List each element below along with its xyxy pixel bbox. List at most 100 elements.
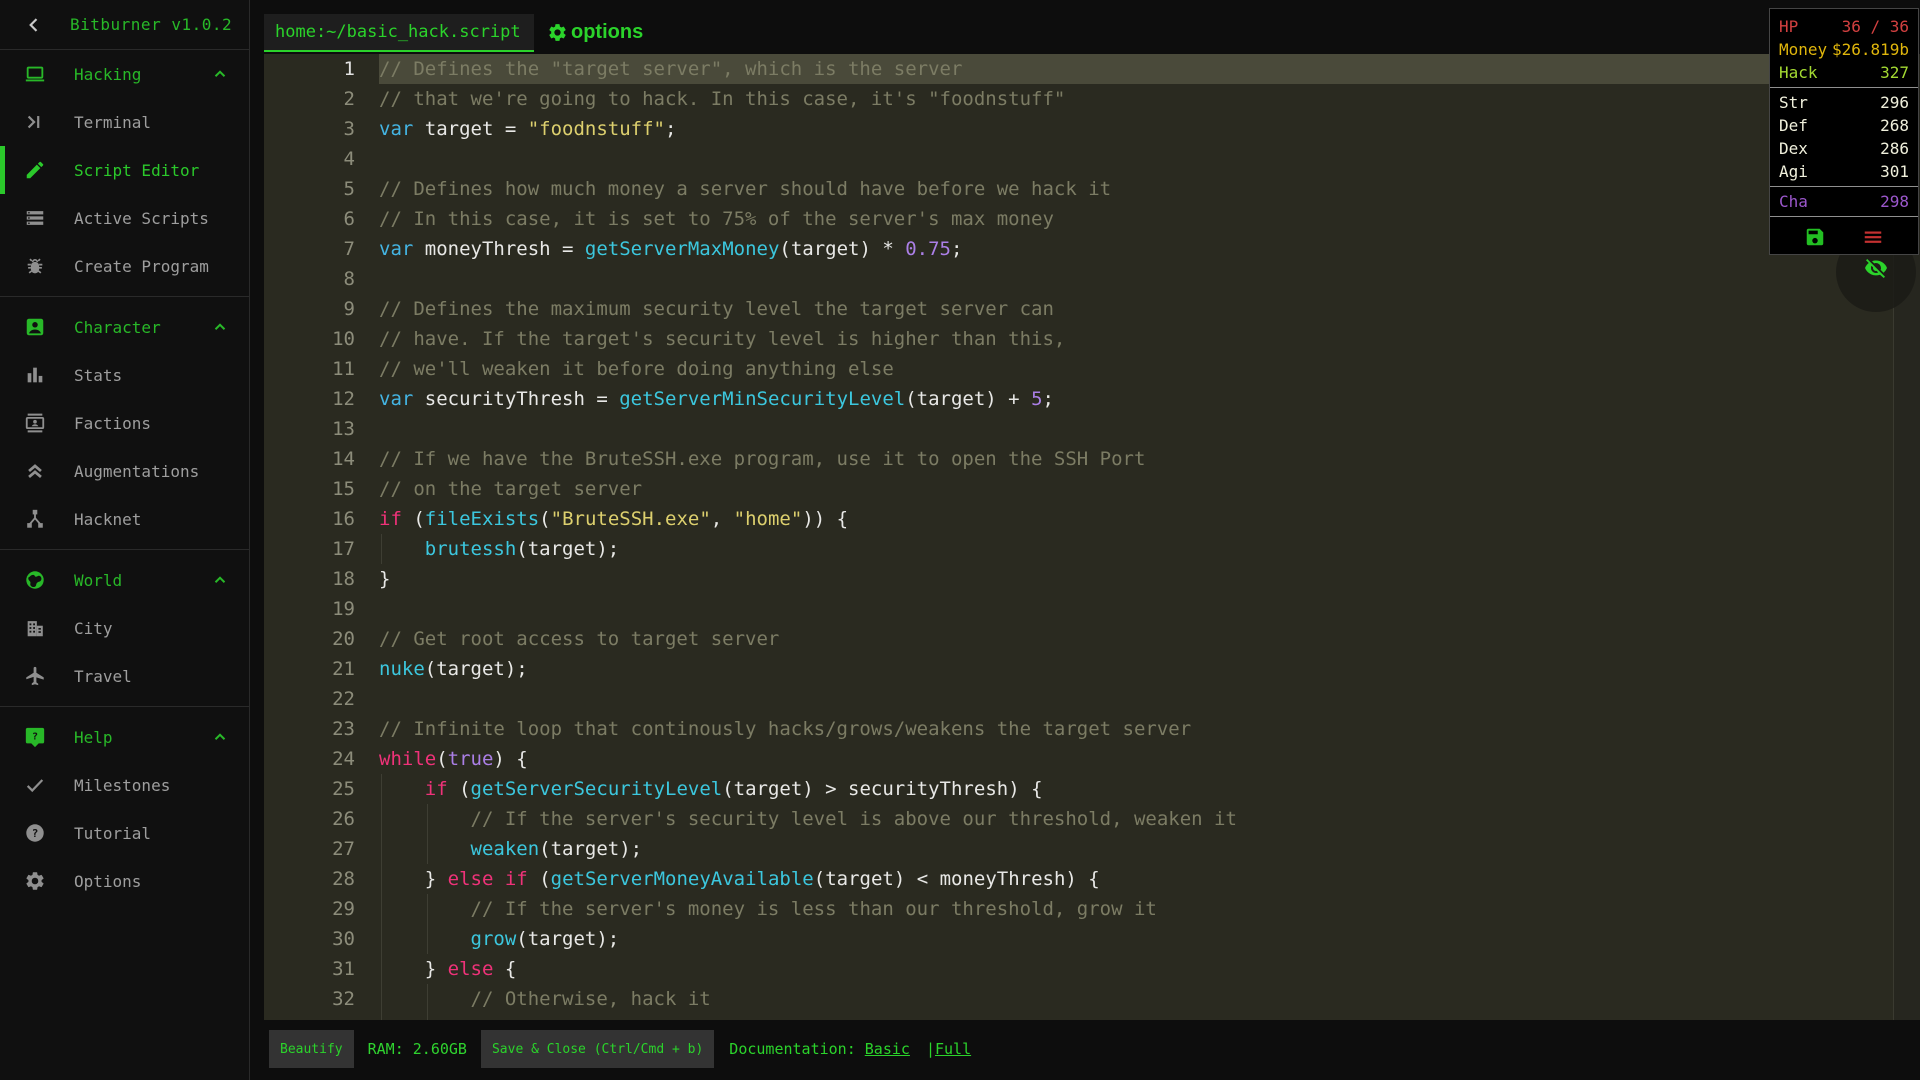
code-line-24: 24 while(true) { bbox=[264, 744, 1920, 774]
overview-panel: HP 36 / 36 Money $26.819b Hack 327 Str 296 Def 26… bbox=[1769, 8, 1919, 255]
chevron-left-icon[interactable] bbox=[24, 15, 44, 35]
sidebar-item-script-editor[interactable]: Script Editor bbox=[0, 146, 249, 194]
code-line-4: 4 bbox=[264, 144, 1920, 174]
eye-slash-icon[interactable] bbox=[1864, 256, 1888, 280]
chevron-up-icon bbox=[211, 728, 229, 746]
bar-chart-icon bbox=[24, 364, 46, 386]
indent-guide bbox=[426, 1014, 428, 1020]
line-content: // that we're going to hack. In this cas… bbox=[379, 88, 1066, 110]
indent-guide bbox=[381, 774, 382, 804]
overview-stat-dex: Dex 286 bbox=[1770, 137, 1918, 160]
code-line-25: 25 if (getServerSecurityLevel(target) > … bbox=[264, 774, 1920, 804]
line-number: 20 bbox=[332, 628, 355, 650]
stat-value: $26.819b bbox=[1831, 40, 1909, 59]
tab-basic-hack-script[interactable]: home:~/basic_hack.script bbox=[264, 14, 534, 52]
chevron-up-icon bbox=[211, 65, 229, 83]
options-label: options bbox=[571, 20, 644, 43]
code-line-18: 18} bbox=[264, 564, 1920, 594]
line-number: 5 bbox=[343, 178, 355, 200]
globe-icon bbox=[24, 569, 46, 591]
code-line-26: 26 // If the server's security level is … bbox=[264, 804, 1920, 834]
code-line-13: 13 bbox=[264, 414, 1920, 444]
sidebar-item-stats[interactable]: Stats bbox=[0, 351, 249, 399]
code-line-5: 5 // Defines how much money a server shou… bbox=[264, 174, 1920, 204]
line-content: var securityThresh = getServerMinSecurit… bbox=[379, 388, 1054, 410]
beautify-button[interactable]: Beautify bbox=[269, 1030, 354, 1068]
line-content: // Defines the "target server", which is… bbox=[379, 54, 1920, 84]
sidebar-item-city[interactable]: City bbox=[0, 604, 249, 652]
line-content bbox=[379, 684, 1920, 714]
editor-options-button[interactable]: options bbox=[547, 17, 643, 47]
line-content: grow(target); bbox=[379, 924, 1920, 954]
scripts-icon bbox=[24, 207, 46, 229]
sidebar-section-character[interactable]: Character bbox=[0, 303, 249, 351]
chevron-up-icon bbox=[211, 571, 229, 589]
line-content: // we'll weaken it before doing anything… bbox=[379, 358, 894, 380]
code-line-22: 22 bbox=[264, 684, 1920, 714]
line-content: weaken(target); bbox=[379, 834, 1920, 864]
sidebar-item-tutorial[interactable]: ? Tutorial bbox=[0, 809, 249, 857]
line-content: } else { bbox=[379, 954, 1920, 984]
stat-label: Str bbox=[1779, 93, 1808, 112]
terminal-icon bbox=[24, 111, 46, 133]
overview-actions bbox=[1770, 220, 1918, 250]
sidebar-item-travel[interactable]: Travel bbox=[0, 652, 249, 700]
save-close-button[interactable]: Save & Close (Ctrl/Cmd + b) bbox=[480, 1030, 715, 1068]
sidebar-item-augmentations[interactable]: Augmentations bbox=[0, 447, 249, 495]
line-number: 17 bbox=[332, 538, 355, 560]
divider bbox=[0, 549, 249, 550]
sidebar-section-hacking[interactable]: Hacking bbox=[0, 50, 249, 98]
code-line-31: 31 } else { bbox=[264, 954, 1920, 984]
sidebar-item-terminal[interactable]: Terminal bbox=[0, 98, 249, 146]
sidebar-item-options[interactable]: Options bbox=[0, 857, 249, 905]
overview-stat-str: Str 296 bbox=[1770, 91, 1918, 114]
sidebar-section-world[interactable]: World bbox=[0, 556, 249, 604]
sidebar-item-label: Milestones bbox=[74, 775, 171, 795]
sidebar-item-active-scripts[interactable]: Active Scripts bbox=[0, 194, 249, 242]
line-number: 9 bbox=[343, 298, 355, 320]
section-label: World bbox=[74, 570, 123, 590]
main-content: home:~/basic_hack.script options 1 // Def… bbox=[250, 0, 1920, 1080]
section-label: Help bbox=[74, 727, 113, 747]
line-number: 15 bbox=[332, 478, 355, 500]
section-label: Character bbox=[74, 317, 161, 337]
line-number: 16 bbox=[332, 508, 355, 530]
code-line-12: 12 var securityThresh = getServerMinSecur… bbox=[264, 384, 1920, 414]
sidebar-item-factions[interactable]: Factions bbox=[0, 399, 249, 447]
line-content: // If the server's money is less than ou… bbox=[379, 894, 1920, 924]
save-icon[interactable] bbox=[1804, 226, 1826, 248]
svg-text:?: ? bbox=[32, 732, 38, 743]
editor-toolbar: Beautify RAM: 2.60GB Save & Close (Ctrl/… bbox=[269, 1030, 971, 1068]
code-editor[interactable]: 1 // Defines the "target server", which i… bbox=[264, 54, 1920, 1020]
section-label: Hacking bbox=[74, 64, 142, 84]
line-content: } else if (getServerMoneyAvailable(targe… bbox=[379, 864, 1920, 894]
code-line-9: 9 // Defines the maximum security level t… bbox=[264, 294, 1920, 324]
code-line-33: 33 hack(target); bbox=[264, 1014, 1920, 1020]
code-line-14: 14 // If we have the BruteSSH.exe program… bbox=[264, 444, 1920, 474]
network-icon bbox=[24, 508, 46, 530]
kill-scripts-icon[interactable] bbox=[1862, 226, 1884, 248]
sidebar: Bitburner v1.0.2 Hacking Terminal Script E… bbox=[0, 0, 250, 1080]
sidebar-item-milestones[interactable]: Milestones bbox=[0, 761, 249, 809]
line-number: 6 bbox=[343, 208, 355, 230]
line-number: 12 bbox=[332, 388, 355, 410]
doc-full-link[interactable]: Full bbox=[935, 1040, 971, 1058]
line-content: // In this case, it is set to 75% of the… bbox=[379, 208, 1054, 230]
code-line-1: 1 // Defines the "target server", which i… bbox=[264, 54, 1920, 84]
overview-stat-def: Def 268 bbox=[1770, 114, 1918, 137]
line-content: // Infinite loop that continously hacks/… bbox=[379, 718, 1192, 740]
sidebar-item-hacknet[interactable]: Hacknet bbox=[0, 495, 249, 543]
ram-usage: RAM: 2.60GB bbox=[367, 1040, 467, 1058]
stat-label: Agi bbox=[1779, 162, 1808, 181]
check-icon bbox=[24, 774, 46, 796]
line-content: // If the server's security level is abo… bbox=[379, 804, 1920, 834]
indent-guide bbox=[381, 924, 382, 954]
sidebar-item-create-program[interactable]: Create Program bbox=[0, 242, 249, 290]
line-content: // Get root access to target server bbox=[379, 628, 780, 650]
sidebar-item-label: Travel bbox=[74, 666, 132, 686]
line-number: 13 bbox=[332, 418, 355, 440]
doc-basic-link[interactable]: Basic bbox=[865, 1040, 910, 1058]
line-number: 4 bbox=[343, 148, 355, 170]
line-content: // If we have the BruteSSH.exe program, … bbox=[379, 448, 1146, 470]
sidebar-section-help[interactable]: ? Help bbox=[0, 713, 249, 761]
